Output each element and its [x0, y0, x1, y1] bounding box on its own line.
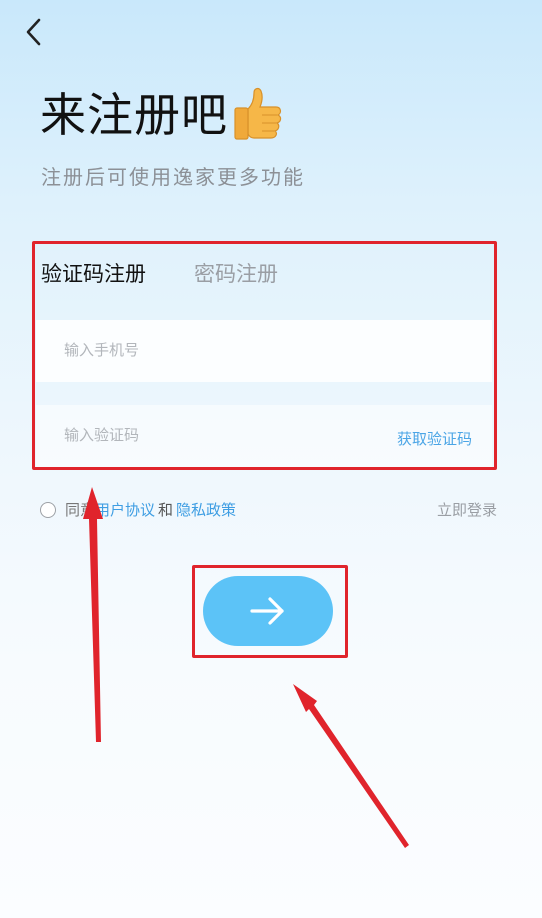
- page-title: 来注册吧: [40, 88, 228, 142]
- agreement-row: 同意 用户协议 和 隐私政策: [40, 499, 236, 520]
- tab-sms-register[interactable]: 验证码注册: [41, 258, 146, 288]
- login-link[interactable]: 立即登录: [437, 499, 497, 520]
- thumbs-up-icon: [234, 87, 282, 140]
- agreement-radio[interactable]: [40, 501, 56, 518]
- page-subtitle: 注册后可使用逸家更多功能: [41, 165, 305, 189]
- tab-password-register[interactable]: 密码注册: [194, 258, 278, 288]
- privacy-policy-link[interactable]: 隐私政策: [176, 499, 236, 520]
- user-agreement-link[interactable]: 用户协议: [95, 499, 155, 520]
- next-button[interactable]: [203, 576, 333, 646]
- back-button[interactable]: [20, 16, 50, 48]
- annotation-arrow-diagonal-icon: [293, 684, 409, 848]
- arrow-right-icon: [250, 597, 284, 625]
- phone-input[interactable]: [64, 338, 364, 362]
- verification-code-input[interactable]: [64, 423, 344, 447]
- get-code-button[interactable]: 获取验证码: [397, 428, 472, 449]
- chevron-left-icon: [26, 18, 41, 46]
- annotation-arrow-up-icon: [83, 487, 103, 742]
- agreement-and: 和: [158, 501, 174, 519]
- title-row: 来注册吧: [40, 82, 284, 142]
- agreement-prefix: 同意: [65, 501, 96, 519]
